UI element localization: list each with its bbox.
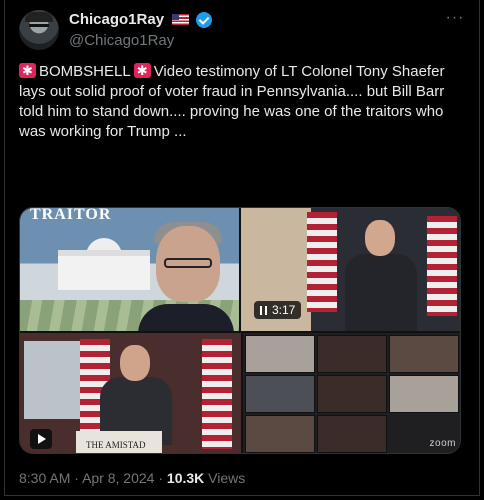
tweet-text-headline: BOMBSHELL (39, 63, 131, 80)
zoom-watermark: zoom (429, 438, 456, 449)
police-light-icon (19, 61, 36, 81)
american-flag (427, 216, 457, 316)
video-duration: 3:17 (272, 303, 296, 317)
speaker-body (345, 254, 417, 331)
speaker-head (120, 345, 150, 381)
zoom-participant (389, 335, 459, 373)
video-duration-badge[interactable]: 3:17 (254, 301, 302, 319)
views-count[interactable]: 10.3K (167, 470, 204, 486)
zoom-participant (317, 335, 387, 373)
media-tile-zoom-grid[interactable]: zoom (243, 333, 460, 453)
man-portrait (138, 222, 234, 331)
author-display-name[interactable]: Chicago1Ray (69, 11, 164, 28)
portrait-suit (138, 304, 234, 331)
views-label: Views (208, 470, 246, 486)
media-grid[interactable]: TRAITOR 3:17 THE AMISTAD zoom (19, 207, 461, 454)
verified-badge-icon[interactable] (195, 11, 212, 28)
podium-sign: THE AMISTAD (76, 431, 162, 453)
meta-separator: · (158, 470, 164, 486)
speaker-head (365, 220, 395, 256)
pause-icon[interactable] (260, 306, 267, 315)
tile-banner-text: TRAITOR (30, 208, 112, 223)
meta-separator: · (74, 470, 79, 486)
avatar[interactable] (19, 10, 59, 50)
portrait-glasses (164, 258, 212, 268)
tweet-card: Chicago1Ray @Chicago1Ray ··· BOMBSHELLVi… (4, 0, 480, 496)
media-tile-video-speaker[interactable]: 3:17 (241, 208, 460, 331)
zoom-participant (245, 375, 315, 413)
tweet-header: Chicago1Ray @Chicago1Ray ··· (19, 10, 467, 50)
tweet-text: BOMBSHELLVideo testimony of LT Colonel T… (19, 61, 459, 142)
more-options-icon[interactable]: ··· (443, 10, 467, 30)
media-tile-podium[interactable]: THE AMISTAD (20, 333, 241, 453)
author-handle[interactable]: @Chicago1Ray (69, 32, 212, 49)
police-light-icon (133, 61, 151, 81)
zoom-participant (317, 415, 387, 453)
american-flag (307, 212, 337, 312)
avatar-cap (25, 12, 53, 22)
zoom-participant (317, 375, 387, 413)
zoom-participant (245, 415, 315, 453)
avatar-glasses (29, 24, 49, 30)
white-house (58, 250, 150, 290)
play-icon[interactable] (30, 429, 52, 449)
us-flag-icon (171, 14, 189, 26)
presentation-screen (24, 341, 82, 419)
zoom-participant (389, 375, 459, 413)
author-names: Chicago1Ray @Chicago1Ray (69, 11, 212, 49)
tweet-time[interactable]: 8:30 AM (19, 470, 70, 486)
tweet-meta: 8:30 AM · Apr 8, 2024 · 10.3K Views (19, 470, 245, 486)
zoom-participant (245, 335, 315, 373)
tweet-date[interactable]: Apr 8, 2024 (82, 470, 154, 486)
media-tile-barr[interactable]: TRAITOR (20, 208, 239, 331)
american-flag (202, 339, 232, 449)
